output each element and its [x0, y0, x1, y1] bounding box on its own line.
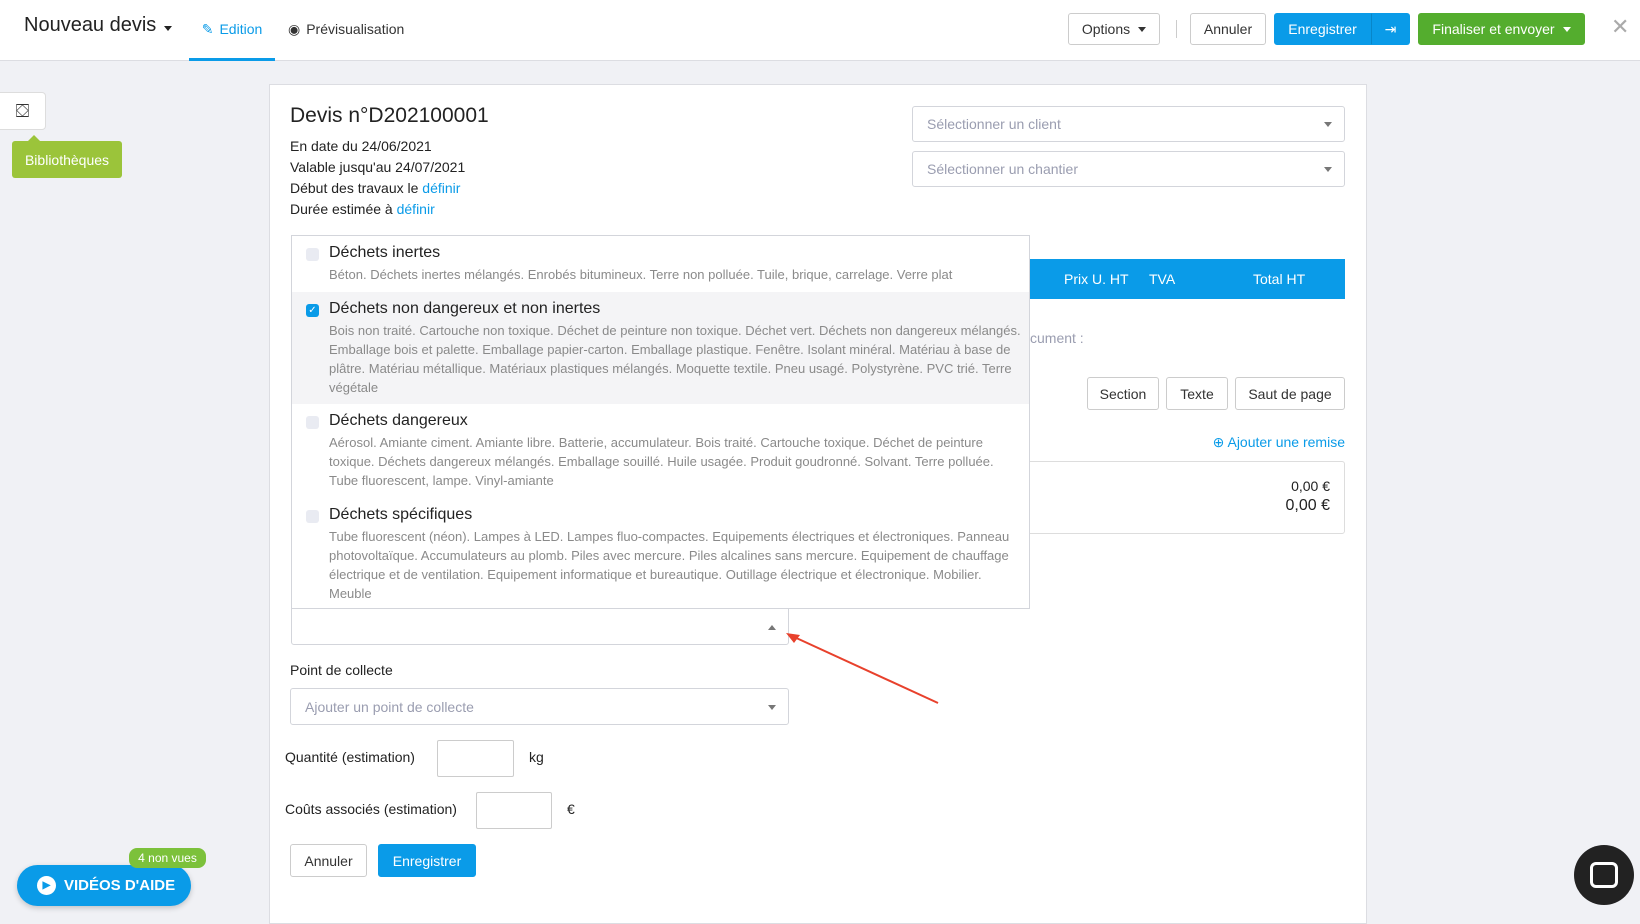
chat-button[interactable] [1574, 845, 1634, 905]
options-label: Options [1081, 21, 1131, 37]
chevron-down-icon [1562, 26, 1571, 32]
tab-label: Edition [219, 21, 263, 37]
waste-option-non-dangereux[interactable]: ✓ Déchets non dangereux et non inertes Boi… [292, 292, 1029, 404]
col-total: Total HT [1253, 271, 1306, 287]
chat-icon [1590, 862, 1618, 888]
divider [1176, 20, 1177, 38]
add-page-break-button[interactable]: Saut de page [1235, 377, 1345, 410]
add-discount-link[interactable]: ⊕ Ajouter une remise [1213, 434, 1345, 451]
cost-unit: € [567, 801, 575, 817]
checkbox[interactable] [306, 248, 319, 261]
arrow-line [791, 635, 939, 704]
collect-point-select[interactable]: Ajouter un point de collecte [290, 688, 789, 725]
quantity-input[interactable] [437, 740, 514, 777]
table-header: Prix U. HT TVA Total HT [1020, 259, 1345, 299]
waste-type-select[interactable] [291, 608, 789, 645]
client-select[interactable]: Sélectionner un client [912, 106, 1345, 142]
start-date-row: Début des travaux le définir [290, 178, 465, 199]
finalize-send-button[interactable]: Finaliser et envoyer [1418, 13, 1585, 45]
option-title: Déchets dangereux [329, 412, 468, 429]
option-description: Bois non traité. Cartouche non toxique. … [329, 323, 1021, 395]
close-icon[interactable]: ✕ [1611, 14, 1629, 40]
add-section-button[interactable]: Section [1087, 377, 1159, 410]
finalize-label: Finaliser et envoyer [1432, 21, 1555, 37]
tab-preview[interactable]: ◉ Prévisualisation [288, 0, 404, 58]
form-save-button[interactable]: Enregistrer [378, 844, 476, 877]
chevron-down-icon [768, 704, 776, 710]
play-icon: ▶ [37, 876, 56, 895]
quote-validity: Valable jusqu'au 24/07/2021 [290, 159, 466, 175]
tab-label: Prévisualisation [306, 21, 405, 37]
quote-date: En date du 24/06/2021 [290, 138, 432, 154]
quantity-unit: kg [529, 749, 544, 765]
col-unit-price: Prix U. HT [1064, 271, 1129, 287]
tab-edition[interactable]: ✎ Edition [189, 0, 275, 61]
cost-label: Coûts associés (estimation) [285, 801, 457, 817]
tooltip-text: Bibliothèques [24, 151, 110, 168]
options-button[interactable]: Options [1068, 13, 1160, 45]
form-cancel-button[interactable]: Annuler [290, 844, 367, 877]
define-start-link[interactable]: définir [422, 180, 460, 196]
document-text-partial: cument : [1030, 330, 1084, 346]
total-ht: 0,00 € [1291, 478, 1330, 494]
chevron-down-icon [1324, 122, 1332, 127]
checkbox[interactable] [306, 510, 319, 523]
duration-label: Durée estimée à [290, 201, 397, 217]
plus-circle-icon: ⊕ [1212, 434, 1225, 450]
save-and-exit-button[interactable]: ⇥ [1371, 13, 1410, 45]
start-label: Début des travaux le [290, 180, 423, 196]
waste-option-specifiques[interactable]: Déchets spécifiques Tube fluorescent (néo… [292, 498, 1029, 608]
checkbox[interactable] [306, 416, 319, 429]
option-description: Béton. Déchets inertes mélangés. Enrobés… [329, 267, 953, 282]
total-ttc: 0,00 € [1285, 497, 1330, 514]
library-button[interactable]: ⛋ [0, 92, 46, 130]
document-title-menu[interactable]: Nouveau devis [24, 14, 173, 37]
add-text-button[interactable]: Texte [1166, 377, 1228, 410]
client-placeholder: Sélectionner un client [927, 116, 1061, 132]
chevron-down-icon [1324, 167, 1332, 172]
pencil-icon: ✎ [201, 20, 214, 37]
define-duration-link[interactable]: définir [397, 201, 435, 217]
help-videos-button[interactable]: ▶ VIDÉOS D'AIDE [17, 865, 191, 906]
quote-title: Devis n°D202100001 [290, 104, 489, 127]
quantity-label: Quantité (estimation) [285, 749, 415, 765]
eye-icon: ◉ [288, 20, 301, 37]
site-select[interactable]: Sélectionner un chantier [912, 151, 1345, 187]
waste-type-dropdown: Déchets inertes Béton. Déchets inertes mé… [291, 235, 1030, 609]
chevron-up-icon [768, 624, 776, 630]
chevron-down-icon [164, 26, 173, 31]
option-title: Déchets inertes [329, 244, 441, 261]
annotation-arrow [786, 633, 939, 704]
add-discount-label: Ajouter une remise [1227, 434, 1345, 450]
col-vat: TVA [1149, 271, 1176, 287]
checkbox-checked[interactable]: ✓ [306, 304, 319, 317]
cancel-button[interactable]: Annuler [1190, 13, 1266, 45]
quote-meta: En date du 24/06/2021 Valable jusqu'au 2… [290, 136, 465, 220]
chevron-down-icon [1138, 26, 1147, 32]
help-videos-label: VIDÉOS D'AIDE [64, 877, 176, 894]
collect-point-placeholder: Ajouter un point de collecte [305, 698, 474, 715]
option-title: Déchets spécifiques [329, 506, 473, 523]
tooltip-arrow [28, 135, 40, 141]
box-open-icon: ⛋ [15, 100, 30, 121]
document-title: Nouveau devis [24, 14, 157, 36]
waste-option-inertes[interactable]: Déchets inertes Béton. Déchets inertes mé… [292, 236, 1029, 292]
site-placeholder: Sélectionner un chantier [927, 161, 1078, 177]
cost-input[interactable] [476, 792, 552, 829]
waste-option-dangereux[interactable]: Déchets dangereux Aérosol. Amiante ciment… [292, 404, 1029, 498]
top-bar: Nouveau devis ✎ Edition ◉ Prévisualisation… [0, 0, 1640, 61]
save-button[interactable]: Enregistrer [1274, 13, 1371, 45]
option-title: Déchets non dangereux et non inertes [329, 300, 601, 317]
library-tooltip: Bibliothèques [12, 135, 122, 178]
duration-row: Durée estimée à définir [290, 199, 465, 220]
exit-icon: ⇥ [1384, 20, 1397, 37]
collect-point-label: Point de collecte [290, 662, 393, 678]
unseen-badge: 4 non vues [129, 848, 206, 868]
totals-box: 0,00 € 0,00 € [1020, 461, 1345, 534]
option-description: Aérosol. Amiante ciment. Amiante libre. … [329, 435, 994, 488]
option-description: Tube fluorescent (néon). Lampes à LED. L… [329, 529, 1010, 601]
